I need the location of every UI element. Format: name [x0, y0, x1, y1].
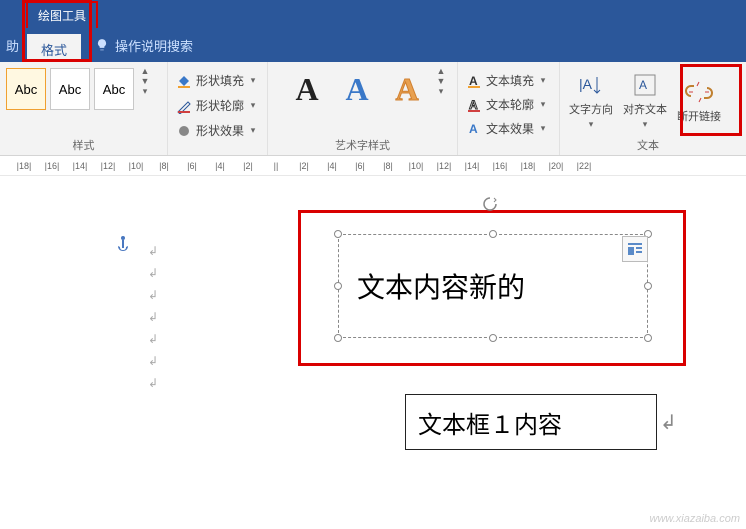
align-text-button[interactable]: A 对齐文本▾ — [620, 67, 670, 134]
text-direction-icon: |A — [577, 71, 605, 99]
textbox-2-content: 文本框１内容 — [418, 405, 562, 440]
shape-outline-button[interactable]: 形状轮廓▾ — [174, 95, 261, 116]
chevron-down-icon: ▾ — [248, 75, 258, 86]
wordart-style-1[interactable]: A — [284, 66, 330, 112]
text-effects-icon: A — [466, 121, 482, 137]
document-canvas[interactable]: ↲↲↲↲↲↲↲ 文本内容新的 文本框１内容 ↲ www.xiazaiba.com — [0, 176, 746, 529]
wordart-style-2[interactable]: A — [334, 66, 380, 112]
paint-bucket-icon — [176, 73, 192, 89]
text-outline-icon: A — [466, 97, 482, 113]
group-label-wordart: 艺术字样式 — [274, 135, 451, 153]
chevron-down-icon: ▾ — [538, 75, 548, 86]
chevron-down-icon: ▾ — [248, 100, 258, 111]
tab-help[interactable]: 助 — [0, 36, 27, 55]
titlebar: 绘图工具 — [0, 0, 746, 28]
resize-handle-nw[interactable] — [334, 230, 342, 238]
layout-options-icon — [626, 240, 644, 258]
layout-options-button[interactable] — [622, 236, 648, 262]
return-mark-icon: ↲ — [660, 410, 677, 435]
wordart-style-3[interactable]: A — [384, 66, 430, 112]
lightbulb-icon — [95, 38, 109, 52]
group-label-text: 文本 — [566, 135, 730, 153]
style-gallery-down-icon[interactable]: ▼ — [140, 76, 150, 86]
chevron-down-icon: ▾ — [586, 119, 596, 130]
watermark: www.xiazaiba.com — [650, 513, 740, 525]
break-link-button[interactable]: 断开链接 — [674, 74, 724, 128]
paragraph-marks: ↲↲↲↲↲↲↲ — [148, 240, 158, 394]
text-direction-button[interactable]: |A 文字方向▾ — [566, 67, 616, 134]
chevron-down-icon: ▾ — [538, 99, 548, 110]
chevron-down-icon: ▾ — [248, 125, 258, 136]
tab-row: 助 格式 操作说明搜索 — [0, 28, 746, 62]
tell-me-label: 操作说明搜索 — [115, 36, 193, 55]
text-fill-button[interactable]: A 文本填充▾ — [464, 70, 553, 91]
textbox-2[interactable]: 文本框１内容 — [405, 394, 657, 450]
align-text-icon: A — [631, 71, 659, 99]
chevron-down-icon: ▾ — [538, 123, 548, 134]
resize-handle-w[interactable] — [334, 282, 342, 290]
contextual-tab-drawing-tools[interactable]: 绘图工具 — [26, 1, 98, 28]
tell-me-search[interactable]: 操作说明搜索 — [95, 36, 193, 55]
group-text-effects: A 文本填充▾ A 文本轮廓▾ A 文本效果▾ — [458, 62, 560, 155]
group-wordart-styles: A A A ▲ ▼ ▾ 艺术字样式 — [268, 62, 458, 155]
ruler: |18||16||14||12||10||8||6||4||2||||2||4|… — [0, 156, 746, 176]
svg-text:A: A — [469, 122, 478, 136]
resize-handle-e[interactable] — [644, 282, 652, 290]
shape-effects-button[interactable]: 形状效果▾ — [174, 120, 261, 141]
wordart-gallery-up-icon[interactable]: ▲ — [436, 66, 446, 76]
resize-handle-n[interactable] — [489, 230, 497, 238]
style-gallery-up-icon[interactable]: ▲ — [140, 66, 150, 76]
textbox-selected-content: 文本内容新的 — [357, 266, 525, 306]
svg-text:A: A — [469, 74, 478, 88]
resize-handle-s[interactable] — [489, 334, 497, 342]
svg-text:A: A — [469, 98, 478, 112]
text-effects-button[interactable]: A 文本效果▾ — [464, 118, 553, 139]
style-gallery-more-icon[interactable]: ▾ — [140, 86, 150, 97]
rotate-handle[interactable] — [482, 196, 498, 212]
group-label-styles: 样式 — [6, 135, 161, 153]
resize-handle-se[interactable] — [644, 334, 652, 342]
break-link-icon — [685, 78, 713, 106]
group-text: |A 文字方向▾ A 对齐文本▾ 断开链接 文本 — [560, 62, 736, 155]
svg-text:|A: |A — [579, 76, 593, 92]
textbox-selected[interactable]: 文本内容新的 — [338, 234, 648, 338]
svg-text:A: A — [639, 78, 647, 92]
group-shape-format: 形状填充▾ 形状轮廓▾ 形状效果▾ — [168, 62, 268, 155]
ribbon: Abc Abc Abc ▲ ▼ ▾ 样式 形状填充▾ 形状轮廓▾ 形状效果▾ — [0, 62, 746, 156]
effects-icon — [176, 123, 192, 139]
wordart-gallery-more-icon[interactable]: ▾ — [436, 86, 446, 97]
shape-style-2[interactable]: Abc — [50, 68, 90, 110]
shape-style-3[interactable]: Abc — [94, 68, 134, 110]
shape-style-1[interactable]: Abc — [6, 68, 46, 110]
text-outline-button[interactable]: A 文本轮廓▾ — [464, 94, 553, 115]
wordart-gallery-down-icon[interactable]: ▼ — [436, 76, 446, 86]
resize-handle-sw[interactable] — [334, 334, 342, 342]
group-shape-styles: Abc Abc Abc ▲ ▼ ▾ 样式 — [0, 62, 168, 155]
anchor-icon — [116, 236, 130, 252]
shape-fill-button[interactable]: 形状填充▾ — [174, 70, 261, 91]
chevron-down-icon: ▾ — [640, 119, 650, 130]
text-fill-icon: A — [466, 73, 482, 89]
pen-icon — [176, 98, 192, 114]
tab-format[interactable]: 格式 — [27, 34, 81, 62]
